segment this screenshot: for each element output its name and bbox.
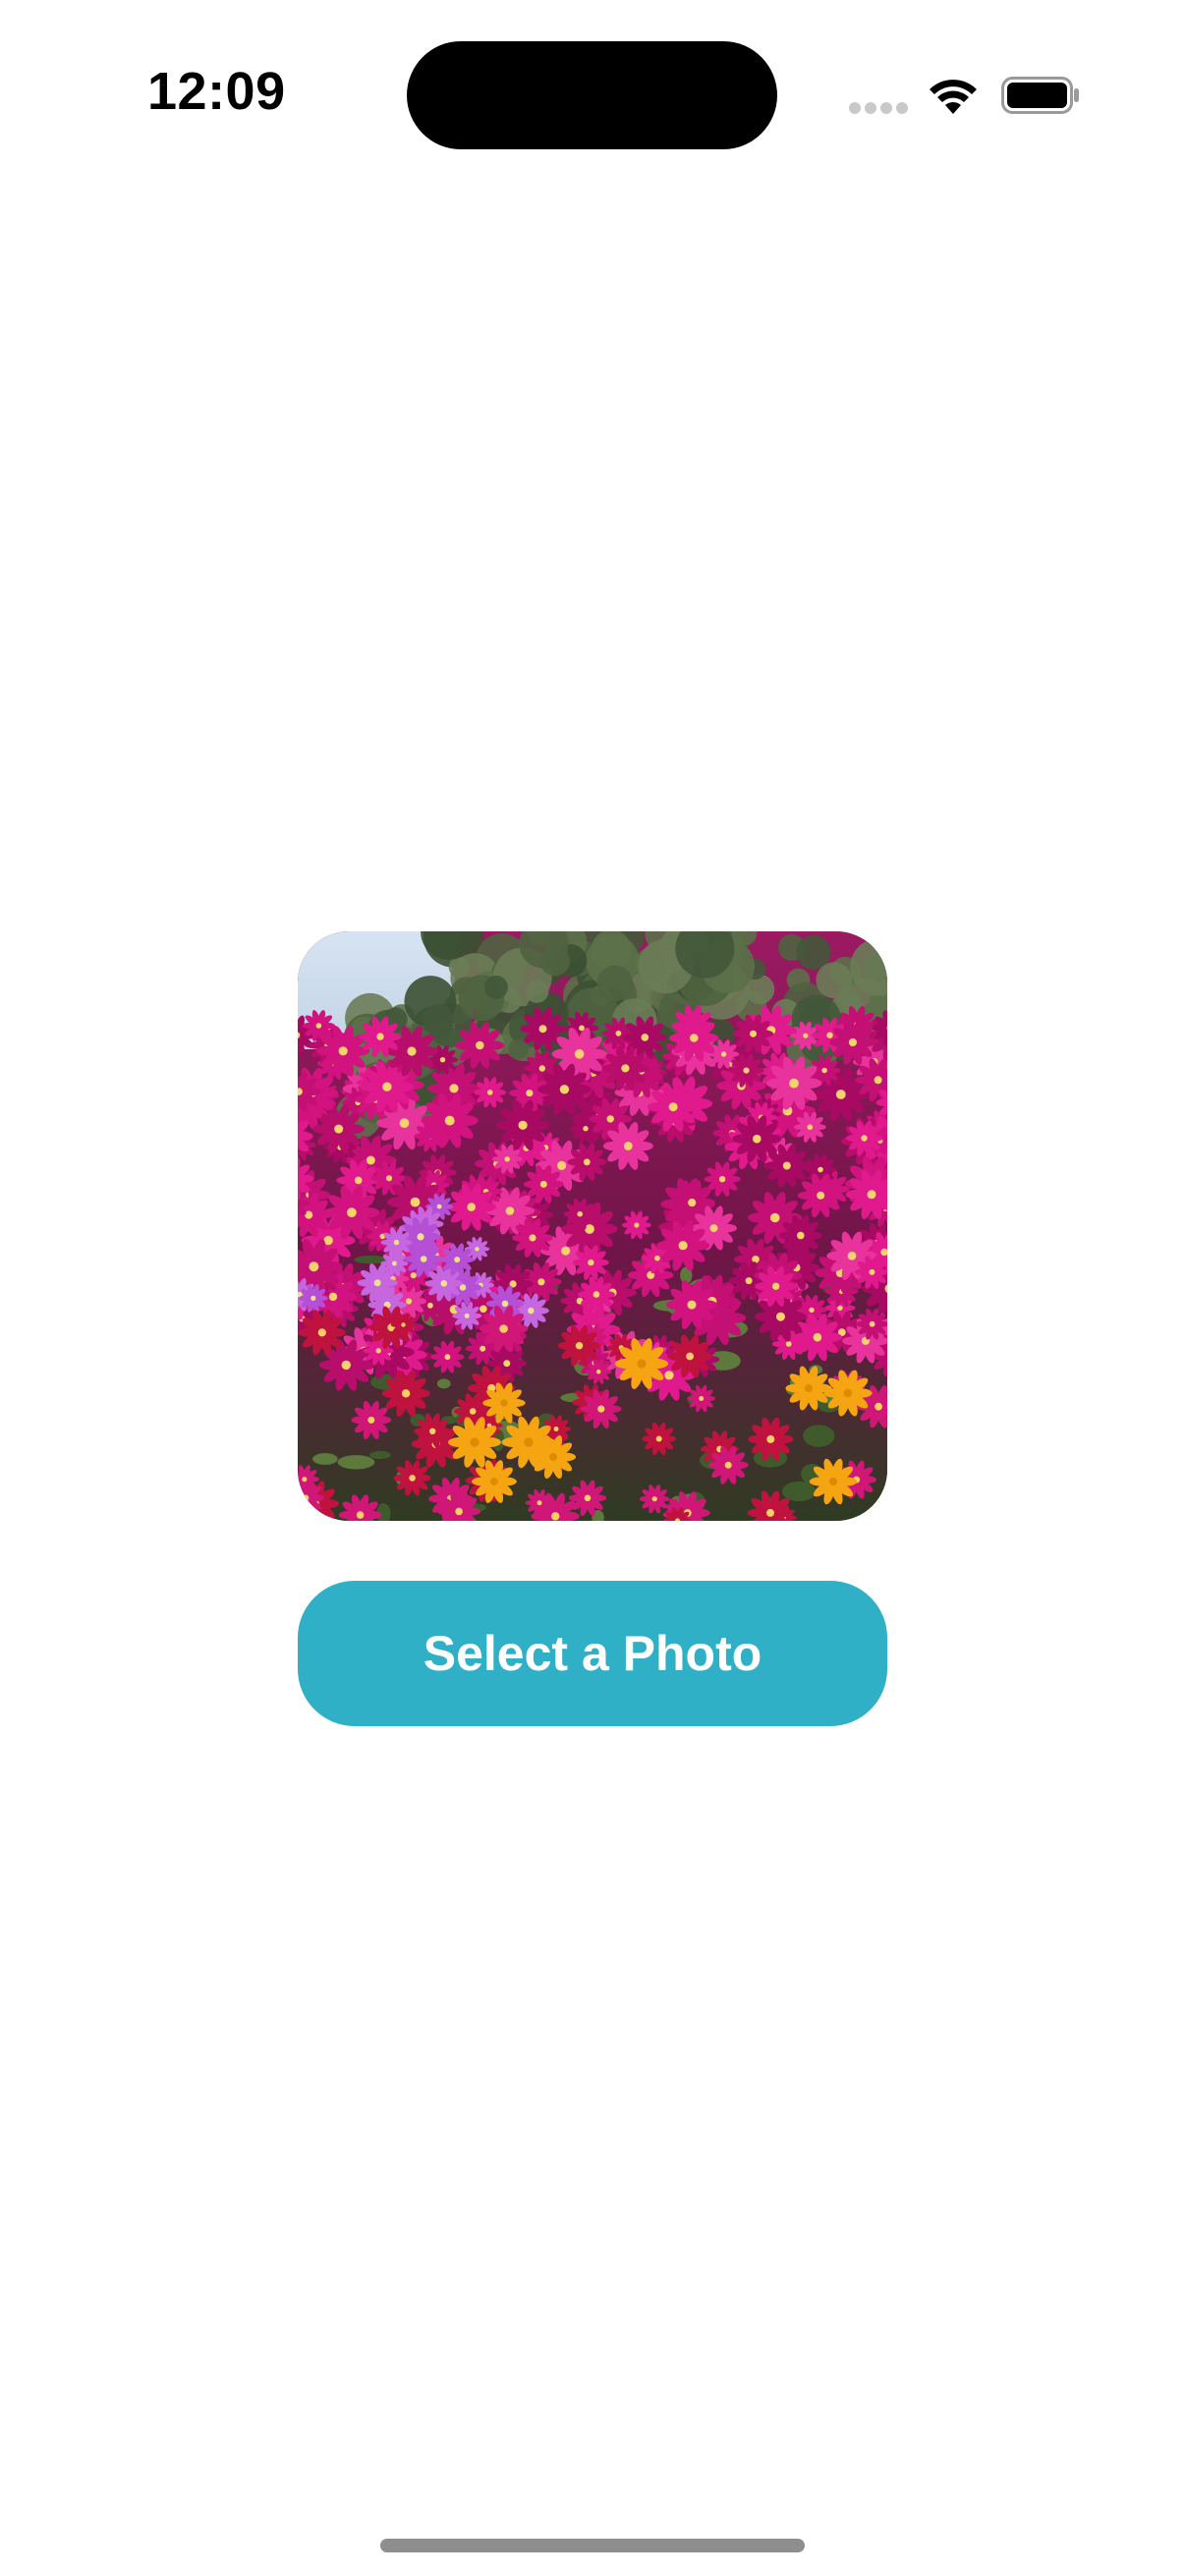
wifi-icon	[930, 80, 977, 114]
dynamic-island	[407, 41, 777, 149]
cellular-signal-icon	[849, 102, 908, 116]
battery-icon	[1001, 77, 1079, 114]
select-photo-button[interactable]: Select a Photo	[298, 1581, 887, 1726]
selected-photo	[298, 931, 887, 1521]
home-indicator[interactable]	[380, 2539, 805, 2552]
status-time: 12:09	[147, 62, 286, 121]
